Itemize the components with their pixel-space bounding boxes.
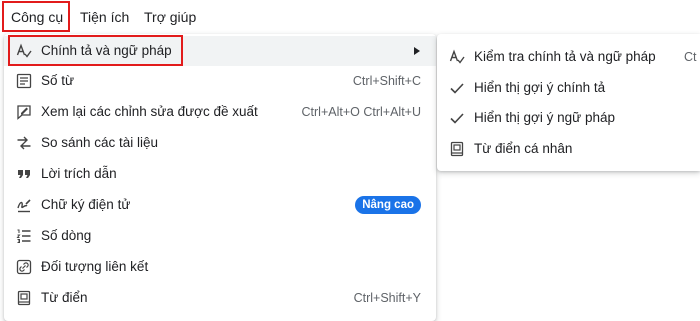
menu-item-spelling-grammar[interactable]: Chính tả và ngữ pháp (4, 36, 436, 66)
compare-icon (16, 135, 32, 151)
tools-dropdown-menu: Chính tả và ngữ pháp Số từ Ctrl+Shift+C … (4, 34, 436, 321)
menu-item-label: Đối tượng liên kết (41, 259, 149, 274)
spellcheck-icon (16, 43, 32, 59)
review-edits-icon (16, 104, 32, 120)
submenu-arrow-icon (414, 47, 420, 55)
menu-bar: Công cụ Tiện ích Trợ giúp (0, 0, 700, 34)
linked-objects-icon (16, 259, 32, 275)
spellcheck-icon (449, 49, 465, 65)
check-icon (449, 80, 465, 96)
submenu-item-show-grammar-suggestions[interactable]: Hiển thị gợi ý ngữ pháp (437, 103, 700, 133)
menu-item-label: Từ điển (41, 290, 88, 305)
menu-item-shortcut: Ctrl+Shift+C (352, 74, 421, 88)
submenu-item-check-spelling[interactable]: Kiểm tra chính tả và ngữ pháp Ct (437, 42, 700, 72)
menu-item-citations[interactable]: Lời trích dẫn (4, 159, 436, 189)
menu-item-label: Chữ ký điện tử (41, 197, 131, 212)
menu-extensions[interactable]: Tiện ích (80, 8, 129, 26)
menu-item-label: Số dòng (41, 228, 92, 243)
menu-item-shortcut: Ctrl+Shift+Y (353, 291, 421, 305)
signature-icon (16, 197, 32, 213)
submenu-item-label: Từ điển cá nhân (474, 141, 573, 156)
submenu-item-show-spelling-suggestions[interactable]: Hiển thị gợi ý chính tả (437, 73, 700, 103)
personal-dictionary-icon (449, 141, 465, 157)
submenu-item-label: Hiển thị gợi ý chính tả (474, 80, 606, 95)
submenu-item-label: Hiển thị gợi ý ngữ pháp (474, 110, 615, 125)
menu-item-shortcut: Ctrl+Alt+O Ctrl+Alt+U (301, 105, 421, 119)
submenu-item-label: Kiểm tra chính tả và ngữ pháp (474, 49, 656, 64)
check-icon (449, 110, 465, 126)
menu-item-compare-documents[interactable]: So sánh các tài liệu (4, 128, 436, 158)
spelling-grammar-submenu: Kiểm tra chính tả và ngữ pháp Ct Hiển th… (437, 34, 700, 171)
menu-item-word-count[interactable]: Số từ Ctrl+Shift+C (4, 66, 436, 96)
word-count-icon (16, 73, 32, 89)
premium-badge: Nâng cao (355, 196, 421, 214)
menu-item-dictionary[interactable]: Từ điển Ctrl+Shift+Y (4, 283, 436, 313)
menu-item-label: Số từ (41, 73, 75, 88)
submenu-item-shortcut: Ct (684, 50, 697, 64)
menu-item-label: So sánh các tài liệu (41, 135, 159, 150)
menu-help[interactable]: Trợ giúp (144, 8, 196, 26)
dictionary-icon (16, 290, 32, 306)
menu-item-esignature[interactable]: Chữ ký điện tử Nâng cao (4, 190, 436, 220)
menu-item-line-numbers[interactable]: Số dòng (4, 221, 436, 251)
menu-item-label: Lời trích dẫn (41, 166, 117, 181)
menu-tools[interactable]: Công cụ (11, 8, 63, 26)
submenu-item-personal-dictionary[interactable]: Từ điển cá nhân (437, 134, 700, 164)
line-numbers-icon (16, 228, 32, 244)
menu-item-label: Xem lại các chỉnh sửa được đề xuất (41, 104, 258, 119)
menu-item-review-edits[interactable]: Xem lại các chỉnh sửa được đề xuất Ctrl+… (4, 97, 436, 127)
menu-item-label: Chính tả và ngữ pháp (41, 43, 172, 58)
menu-item-linked-objects[interactable]: Đối tượng liên kết (4, 252, 436, 282)
quote-icon (16, 166, 32, 182)
